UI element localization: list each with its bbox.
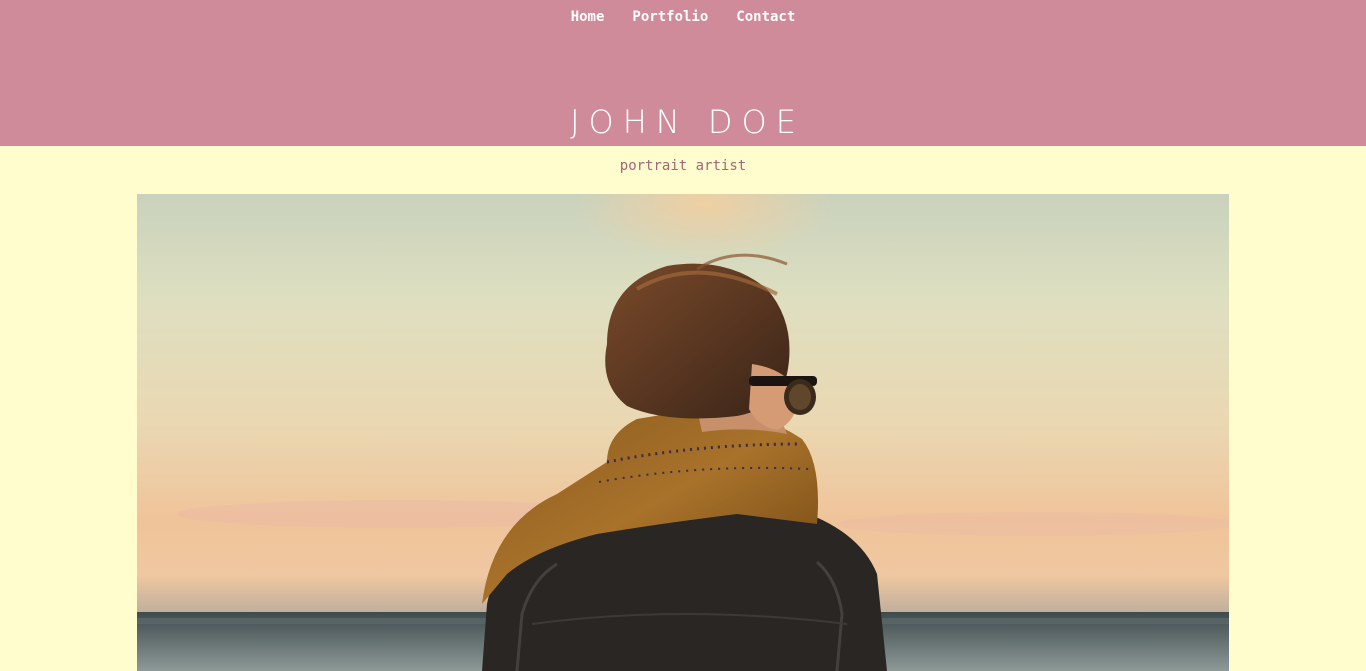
nav-link-home[interactable]: Home [571, 7, 605, 27]
site-header: Home Portfolio Contact JOHN DOE [0, 0, 1366, 146]
site-tagline: portrait artist [619, 158, 747, 174]
nav-link-portfolio[interactable]: Portfolio [632, 7, 708, 27]
hero-photo-illustration [137, 194, 1229, 671]
site-title: JOHN DOE [570, 103, 805, 141]
main-nav: Home Portfolio Contact [0, 7, 1366, 27]
nav-link-contact[interactable]: Contact [736, 7, 795, 27]
hero-image [137, 194, 1229, 671]
